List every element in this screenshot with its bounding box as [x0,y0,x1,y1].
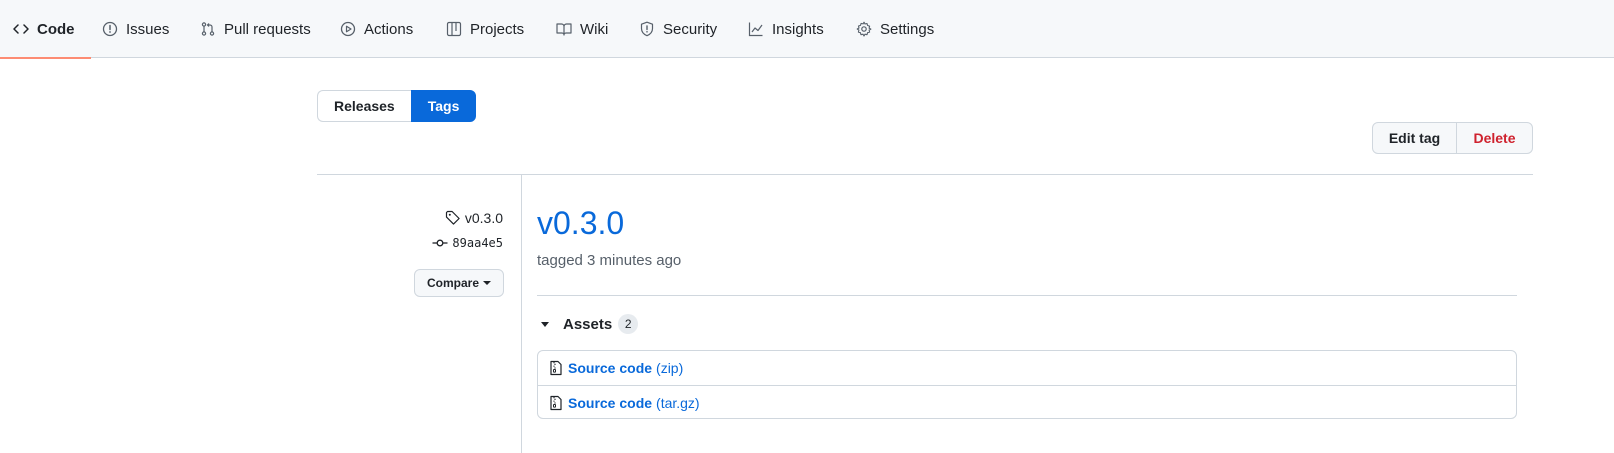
nav-settings[interactable]: Settings [856,0,934,58]
nav-code-label: Code [37,20,75,38]
asset-ext: (zip) [656,360,684,376]
timeline-line [521,175,522,453]
divider [537,295,1517,296]
book-icon [556,23,572,36]
assets-count-badge: 2 [618,314,639,334]
caret-down-icon [483,281,491,285]
file-zip-icon [550,395,562,410]
nav-settings-label: Settings [880,20,935,38]
nav-wiki-label: Wiki [580,20,609,38]
nav-insights[interactable]: Insights [748,0,824,58]
releases-tags-subnav: Releases Tags [317,90,477,122]
shield-icon [640,21,654,37]
asset-link-tar-gz[interactable]: Source code (tar.gz) [538,385,1516,419]
release-title[interactable]: v0.3.0 [537,203,624,243]
nav-actions[interactable]: Actions [340,0,413,58]
nav-pull-requests-label: Pull requests [224,20,311,38]
nav-wiki[interactable]: Wiki [556,0,608,58]
asset-name: Source code [568,360,653,376]
delete-button[interactable]: Delete [1457,122,1533,154]
assets-label: Assets [563,315,613,333]
compare-label: Compare [426,276,479,290]
nav-projects-label: Projects [470,20,525,38]
assets-toggle[interactable]: Assets 2 [537,313,639,335]
tags-tab[interactable]: Tags [410,90,477,122]
tag-name-link[interactable]: v0.3.0 [445,208,503,228]
git-commit-icon [432,239,448,247]
commit-link[interactable]: 89aa4e5 [432,234,503,252]
asset-name: Source code [568,394,653,411]
tagged-time: tagged 3 minutes ago [537,252,682,269]
nav-security[interactable]: Security [639,0,717,58]
nav-issues[interactable]: Issues [102,0,169,58]
nav-actions-label: Actions [364,20,414,38]
nav-projects[interactable]: Projects [446,0,524,58]
tag-actions: Edit tag Delete [1372,122,1533,154]
issue-opened-icon [102,21,118,37]
code-icon [13,24,29,34]
nav-pull-requests[interactable]: Pull requests [200,0,311,58]
tag-name: v0.3.0 [464,210,503,226]
edit-tag-button[interactable]: Edit tag [1372,122,1457,154]
asset-ext: (tar.gz) [656,394,700,411]
compare-button[interactable]: Compare [414,269,504,297]
git-pull-request-icon [201,22,215,36]
assets-list: Source code (zip) Source code (tar.gz) [537,350,1517,419]
triangle-down-icon [541,321,549,327]
tag-icon [445,210,460,225]
nav-insights-label: Insights [772,20,824,38]
graph-icon [748,22,763,37]
repository-nav: Code Issues Pull requests Actions Projec… [0,0,1614,59]
releases-tab[interactable]: Releases [317,90,411,122]
nav-issues-label: Issues [126,20,170,38]
gear-icon [856,21,872,37]
file-zip-icon [550,360,562,376]
table-icon [446,21,462,37]
play-icon [340,21,356,37]
divider [317,174,1533,175]
commit-sha: 89aa4e5 [452,236,503,250]
nav-code[interactable]: Code [0,0,90,59]
nav-security-label: Security [663,20,718,38]
asset-link-zip[interactable]: Source code (zip) [538,351,1516,385]
